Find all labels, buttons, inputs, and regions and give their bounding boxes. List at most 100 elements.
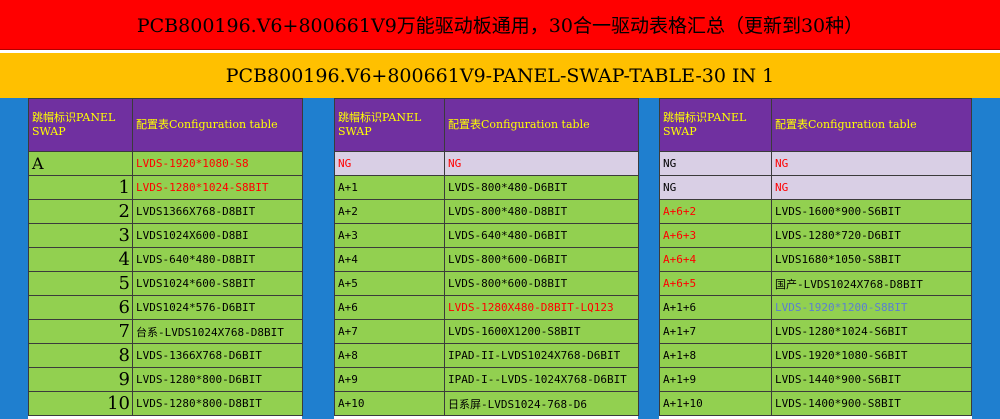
swap-cell: NG [659,175,772,200]
header-swap: 跳帽标识PANEL SWAP [659,98,772,152]
table-row: NG NG [659,175,972,200]
swap-cell: 5 [28,271,133,296]
table-row: 2 LVDS1366X768-D8BIT [28,199,303,224]
config-cell: 日系屏-LVDS1024-768-D6 [444,391,639,416]
table-row: 5 LVDS1024*600-S8BIT [28,271,303,296]
header-swap: 跳帽标识PANEL SWAP [28,98,133,152]
table-row: A LVDS-1920*1080-S8 [28,151,303,176]
header-swap: 跳帽标识PANEL SWAP [334,98,445,152]
config-cell: 国产-LVDS1024X768-D8BIT [771,271,972,296]
config-table-block-2: 跳帽标识PANEL SWAP 配置表Configuration table NG… [334,98,639,416]
swap-cell: 4 [28,247,133,272]
swap-cell: A+8 [334,343,445,368]
middle-blue-strip-1 [302,98,334,419]
table-row: 10 LVDS-1280*800-D8BIT [28,391,303,416]
swap-cell: A+1+7 [659,319,772,344]
table-row: A+4 LVDS-800*600-D6BIT [334,247,639,272]
config-cell: NG [771,175,972,200]
config-table-block-3: 跳帽标识PANEL SWAP 配置表Configuration table NG… [659,98,972,416]
swap-cell: NG [659,151,772,176]
table-row: A+6 LVDS-1280X480-D8BIT-LQ123 [334,295,639,320]
table-row: 9 LVDS-1280*800-D6BIT [28,367,303,392]
table-row: A+1+6 LVDS-1920*1200-S8BIT [659,295,972,320]
config-cell: LVDS-800*600-D8BIT [444,271,639,296]
swap-cell: A+4 [334,247,445,272]
left-blue-strip [0,98,28,419]
swap-cell: A+3 [334,223,445,248]
swap-cell: A [28,151,133,176]
config-cell: IPAD-I--LVDS-1024X768-D6BIT [444,367,639,392]
header-config: 配置表Configuration table [444,98,639,152]
config-cell: LVDS-1280*1024-S6BIT [771,319,972,344]
config-cell: LVDS-1280*1024-S8BIT [132,175,303,200]
table-row: 7 台系-LVDS1024X768-D8BIT [28,319,303,344]
config-cell: LVDS-1400*900-S8BIT [771,391,972,416]
swap-cell: A+10 [334,391,445,416]
table-row: A+6+2 LVDS-1600*900-S6BIT [659,199,972,224]
table-row: NG NG [334,151,639,176]
header-config: 配置表Configuration table [132,98,303,152]
table-row: A+6+5 国产-LVDS1024X768-D8BIT [659,271,972,296]
swap-cell: A+6+3 [659,223,772,248]
table-row: 6 LVDS1024*576-D6BIT [28,295,303,320]
config-cell: LVDS1024*576-D6BIT [132,295,303,320]
table-row: A+6+3 LVDS-1280*720-D6BIT [659,223,972,248]
table-row: A+8 IPAD-II-LVDS1024X768-D6BIT [334,343,639,368]
config-cell: LVDS-1366X768-D6BIT [132,343,303,368]
config-cell: LVDS-1600X1200-S8BIT [444,319,639,344]
sub-title-banner: PCB800196.V6+800661V9-PANEL-SWAP-TABLE-3… [0,53,1000,98]
table-row: A+10 日系屏-LVDS1024-768-D6 [334,391,639,416]
config-cell: IPAD-II-LVDS1024X768-D6BIT [444,343,639,368]
table-row: A+1+9 LVDS-1440*900-S6BIT [659,367,972,392]
table-header-row: 跳帽标识PANEL SWAP 配置表Configuration table [659,98,972,152]
swap-cell: A+5 [334,271,445,296]
swap-cell: 7 [28,319,133,344]
table-row: A+9 IPAD-I--LVDS-1024X768-D6BIT [334,367,639,392]
config-cell: LVDS-1280X480-D8BIT-LQ123 [444,295,639,320]
swap-cell: A+2 [334,199,445,224]
table-row: 4 LVDS-640*480-D8BIT [28,247,303,272]
swap-cell: A+1 [334,175,445,200]
swap-cell: 2 [28,199,133,224]
config-cell: LVDS-1600*900-S6BIT [771,199,972,224]
swap-cell: A+6+2 [659,199,772,224]
swap-cell: 6 [28,295,133,320]
config-cell: LVDS1366X768-D8BIT [132,199,303,224]
config-cell: LVDS1024*600-S8BIT [132,271,303,296]
table-row: 8 LVDS-1366X768-D6BIT [28,343,303,368]
table-row: A+6+4 LVDS1680*1050-S8BIT [659,247,972,272]
swap-cell: 10 [28,391,133,416]
swap-cell: 9 [28,367,133,392]
swap-cell: A+7 [334,319,445,344]
swap-cell: A+1+10 [659,391,772,416]
swap-cell: A+6 [334,295,445,320]
table-header-row: 跳帽标识PANEL SWAP 配置表Configuration table [334,98,639,152]
table-header-row: 跳帽标识PANEL SWAP 配置表Configuration table [28,98,303,152]
config-cell: LVDS-1440*900-S6BIT [771,367,972,392]
swap-cell: NG [334,151,445,176]
swap-cell: A+6+4 [659,247,772,272]
swap-cell: A+9 [334,367,445,392]
config-cell: LVDS1024X600-D8BI [132,223,303,248]
config-cell: LVDS-1920*1080-S6BIT [771,343,972,368]
swap-cell: A+1+8 [659,343,772,368]
header-config: 配置表Configuration table [771,98,972,152]
sub-title: PCB800196.V6+800661V9-PANEL-SWAP-TABLE-3… [225,64,775,87]
table-row: A+1+10 LVDS-1400*900-S8BIT [659,391,972,416]
main-title: PCB800196.V6+800661V9万能驱动板通用，30合一驱动表格汇总（… [136,15,864,37]
config-cell: LVDS-1280*720-D6BIT [771,223,972,248]
config-cell: LVDS-1920*1200-S8BIT [771,295,972,320]
table-row: 1 LVDS-1280*1024-S8BIT [28,175,303,200]
table-row: A+2 LVDS-800*480-D8BIT [334,199,639,224]
middle-blue-strip-2 [638,98,659,419]
config-table-block-1: 跳帽标识PANEL SWAP 配置表Configuration table AL… [28,98,303,416]
table-row: NG NG [659,151,972,176]
config-cell: LVDS-800*480-D8BIT [444,199,639,224]
config-cell: LVDS-1280*800-D8BIT [132,391,303,416]
table-row: A+3 LVDS-640*480-D6BIT [334,223,639,248]
config-cell: LVDS-800*480-D6BIT [444,175,639,200]
table-row: A+1+7 LVDS-1280*1024-S6BIT [659,319,972,344]
config-cell: LVDS-640*480-D6BIT [444,223,639,248]
config-cell: LVDS-640*480-D8BIT [132,247,303,272]
swap-cell: A+1+6 [659,295,772,320]
